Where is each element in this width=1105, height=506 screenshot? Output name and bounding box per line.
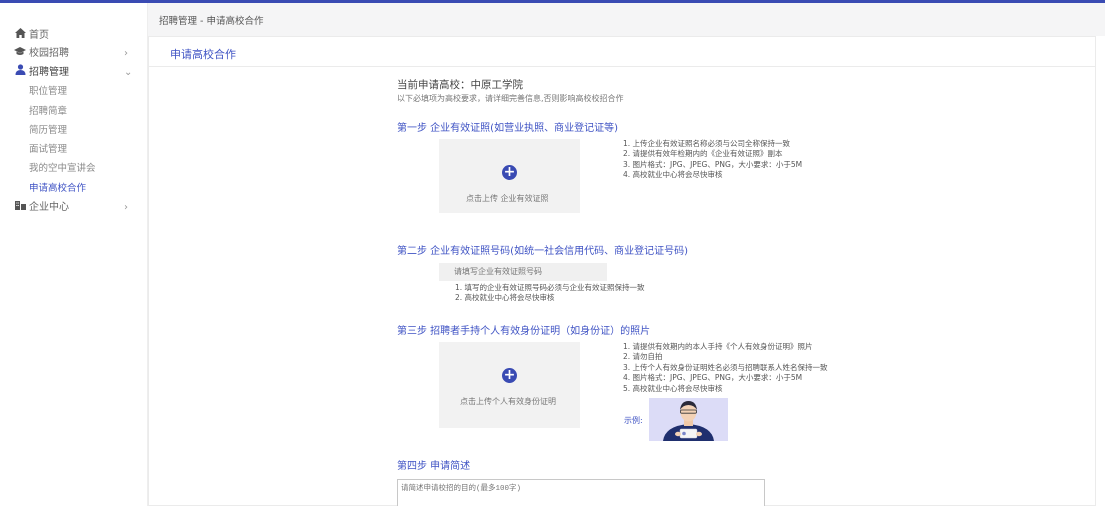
sample-label: 示例: xyxy=(624,416,643,425)
sidebar-item-label: 招聘管理 xyxy=(29,67,69,78)
requirement-item: 3. 上传个人有效身份证明姓名必须与招聘联系人姓名保持一致 xyxy=(623,362,828,372)
sidebar-subitem-label: 简历管理 xyxy=(29,125,68,136)
sidebar-item-label: 首页 xyxy=(29,30,49,41)
sidebar-item-enterprise[interactable]: 企业中心 › xyxy=(0,199,147,217)
sidebar-item-label: 企业中心 xyxy=(29,202,69,213)
sidebar-subitem-sky-talk[interactable]: 我的空中宣讲会 xyxy=(0,160,147,178)
sidebar: 首页 校园招聘 › 招聘管理 ⌄ 职位管理 招聘简章 简历管理 面试管理 我的空… xyxy=(0,3,147,506)
sidebar-subitem-resumes[interactable]: 简历管理 xyxy=(0,122,147,140)
sidebar-subitem-interviews[interactable]: 面试管理 xyxy=(0,141,147,159)
plus-circle-icon: + xyxy=(502,367,517,383)
requirement-item: 2. 高校就业中心将会尽快审核 xyxy=(455,293,555,303)
plus-circle-icon: + xyxy=(502,164,517,180)
main-panel: 申请高校合作 当前申请高校：中原工学院 以下必填项为高校要求，请详细完善信息,否… xyxy=(148,36,1096,506)
requirement-item: 4. 图片格式：JPG、JPEG、PNG，大小要求：小于5M xyxy=(623,373,803,383)
step3-requirements: 1. 请提供有效期内的本人手持《个人有效身份证明》照片 2. 请勿自拍 3. 上… xyxy=(623,342,828,394)
sidebar-subitem-positions[interactable]: 职位管理 xyxy=(0,83,147,101)
sidebar-item-recruit[interactable]: 招聘管理 ⌄ xyxy=(0,64,147,82)
requirement-item: 2. 请勿自拍 xyxy=(623,352,663,362)
step1-requirements: 1. 上传企业有效证照名称必须与公司全称保持一致 2. 请提供有效年检期内的《企… xyxy=(623,139,802,181)
id-upload-area[interactable]: + 点击上传个人有效身份证明 xyxy=(439,342,580,428)
sidebar-subitem-school-cooperation[interactable]: 申请高校合作 xyxy=(0,180,147,198)
requirement-item: 4. 高校就业中心将会尽快审核 xyxy=(623,170,723,180)
requirement-item: 5. 高校就业中心将会尽快审核 xyxy=(623,383,723,393)
requirement-item: 1. 填写的企业有效证照号码必须与企业有效证照保持一致 xyxy=(455,283,645,292)
chevron-right-icon: › xyxy=(124,202,128,213)
chevron-right-icon: › xyxy=(124,48,128,59)
step4-title: 第四步 申请简述 xyxy=(397,461,471,472)
sidebar-subitem-brochure[interactable]: 招聘简章 xyxy=(0,103,147,121)
requirement-item: 3. 图片格式：JPG、JPEG、PNG，大小要求：小于5M xyxy=(623,159,803,169)
sample-photo xyxy=(649,398,728,441)
step1-title: 第一步 企业有效证照(如营业执照、商业登记证等) xyxy=(397,123,618,134)
graduation-cap-icon xyxy=(14,45,26,63)
requirement-item: 1. 请提供有效期内的本人手持《个人有效身份证明》照片 xyxy=(623,342,813,351)
step2-requirements: 1. 填写的企业有效证照号码必须与企业有效证照保持一致 2. 高校就业中心将会尽… xyxy=(455,283,645,304)
license-upload-label: 点击上传 企业有效证照 xyxy=(466,194,549,203)
requirement-item: 1. 上传企业有效证照名称必须与公司全称保持一致 xyxy=(623,139,791,148)
sidebar-subitem-label: 我的空中宣讲会 xyxy=(29,163,96,174)
users-icon xyxy=(14,64,26,82)
page-title: 申请高校合作 xyxy=(170,48,236,61)
chevron-down-icon: ⌄ xyxy=(124,67,133,78)
sidebar-item-home[interactable]: 首页 xyxy=(0,27,147,45)
required-notice: 以下必填项为高校要求，请详细完善信息,否则影响高校校招合作 xyxy=(397,94,624,103)
step2-title: 第二步 企业有效证照号码(如统一社会信用代码、商业登记证号码) xyxy=(397,246,688,257)
license-number-input[interactable] xyxy=(439,263,607,281)
requirement-item: 2. 请提供有效年检期内的《企业有效证照》副本 xyxy=(623,149,783,159)
breadcrumb: 招聘管理 - 申请高校合作 xyxy=(159,16,264,27)
panel-header: 申请高校合作 xyxy=(149,37,1095,67)
id-upload-label: 点击上传个人有效身份证明 xyxy=(460,397,556,406)
sidebar-subitem-label: 面试管理 xyxy=(29,144,68,155)
license-upload-area[interactable]: + 点击上传 企业有效证照 xyxy=(439,139,580,213)
step3-title: 第三步 招聘者手持个人有效身份证明（如身份证）的照片 xyxy=(397,326,651,337)
sidebar-item-campus[interactable]: 校园招聘 › xyxy=(0,45,147,63)
sidebar-subitem-label: 申请高校合作 xyxy=(29,183,87,194)
current-school: 当前申请高校：中原工学院 xyxy=(397,79,523,91)
sidebar-subitem-label: 招聘简章 xyxy=(29,106,68,117)
breadcrumb-bar: 招聘管理 - 申请高校合作 xyxy=(148,3,1105,36)
sidebar-subitem-label: 职位管理 xyxy=(29,86,68,97)
application-description-textarea[interactable] xyxy=(397,479,765,506)
home-icon xyxy=(14,27,26,45)
building-icon xyxy=(14,199,26,217)
sidebar-item-label: 校园招聘 xyxy=(29,48,69,59)
